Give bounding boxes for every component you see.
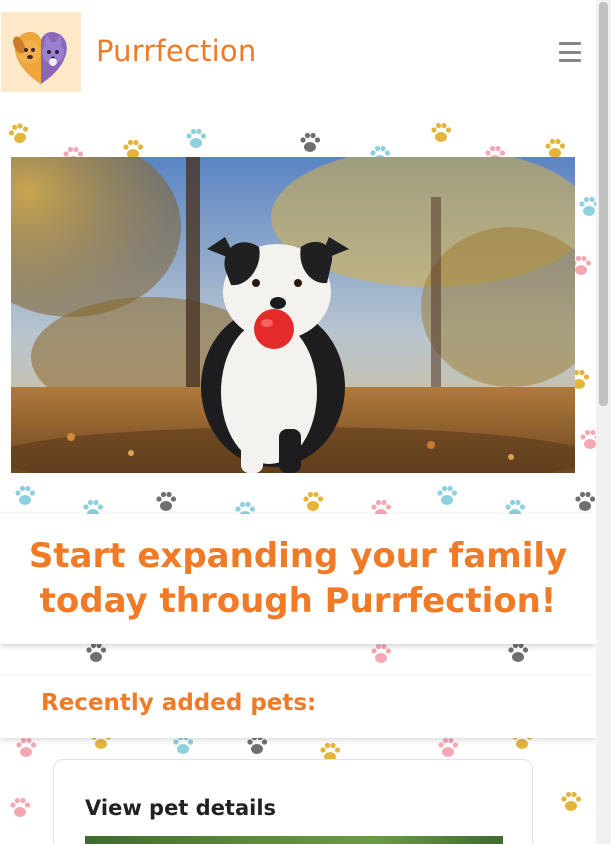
menu-bar — [559, 42, 581, 45]
recent-pets-title: Recently added pets: — [41, 690, 317, 716]
hero-image — [11, 157, 575, 473]
scrollbar-thumb[interactable] — [599, 2, 608, 406]
hamburger-menu-icon[interactable] — [559, 42, 581, 62]
page: Purrfection Start expanding your family … — [0, 0, 596, 844]
cat-and-dog-logo-icon — [13, 31, 67, 85]
paw-row-3 — [86, 642, 529, 663]
hero-title: Start expanding your family today throug… — [28, 536, 568, 621]
brand-name[interactable]: Purrfection — [96, 34, 256, 68]
dog-with-red-ball-photo — [11, 157, 575, 473]
pet-card[interactable]: View pet details — [53, 759, 533, 844]
navbar: Purrfection — [0, 0, 596, 108]
menu-bar — [559, 50, 581, 54]
pet-photo[interactable] — [85, 836, 503, 844]
view-pet-details-link[interactable]: View pet details — [85, 796, 276, 820]
vertical-scrollbar[interactable] — [596, 0, 611, 844]
menu-bar — [559, 59, 581, 62]
logo[interactable] — [1, 12, 81, 92]
recent-pets-header: Recently added pets: — [0, 676, 596, 738]
hero-card: Start expanding your family today throug… — [0, 514, 596, 644]
